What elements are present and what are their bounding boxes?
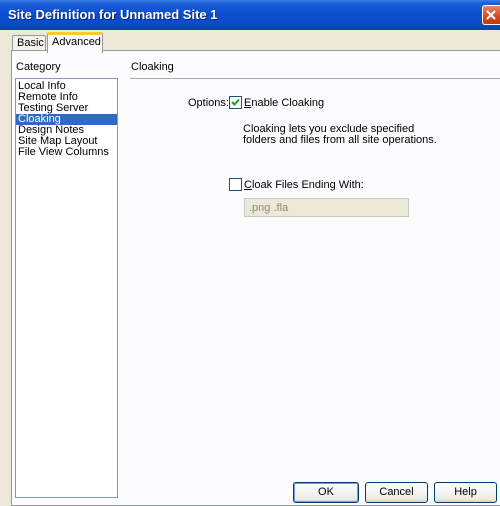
help-button[interactable]: Help [434, 482, 497, 503]
cloaking-description: Cloaking lets you exclude specified fold… [243, 123, 437, 146]
category-item-file-view-columns[interactable]: File View Columns [16, 147, 117, 158]
cloak-extensions-input[interactable]: .png .fla [244, 198, 409, 217]
tab-advanced[interactable]: Advanced [47, 32, 103, 53]
tab-strip: Basic Advanced [0, 30, 500, 53]
enable-cloaking-label[interactable]: Enable Cloaking [244, 97, 324, 109]
checkmark-icon [231, 98, 240, 106]
options-label: Options: [188, 97, 229, 109]
category-list[interactable]: Local Info Remote Info Testing Server Cl… [15, 78, 118, 498]
ok-button[interactable]: OK [293, 482, 359, 503]
title-bar[interactable]: Site Definition for Unnamed Site 1 [0, 0, 500, 30]
cloak-files-text: loak Files Ending With: [251, 179, 364, 191]
window-title: Site Definition for Unnamed Site 1 [8, 7, 218, 22]
close-button[interactable] [482, 5, 500, 25]
section-title: Cloaking [131, 61, 174, 73]
cloak-files-checkbox[interactable] [229, 178, 242, 191]
site-definition-dialog: Site Definition for Unnamed Site 1 Basic… [0, 0, 500, 506]
close-icon [486, 10, 496, 20]
enable-cloaking-checkbox[interactable] [229, 96, 242, 109]
tab-basic[interactable]: Basic [12, 35, 46, 51]
cloak-files-accel: C [244, 179, 252, 191]
category-label: Category [16, 61, 61, 73]
section-divider [130, 78, 500, 79]
cancel-button[interactable]: Cancel [365, 482, 428, 503]
enable-cloaking-text: nable Cloaking [251, 97, 325, 109]
cloak-files-label[interactable]: Cloak Files Ending With: [244, 179, 364, 191]
